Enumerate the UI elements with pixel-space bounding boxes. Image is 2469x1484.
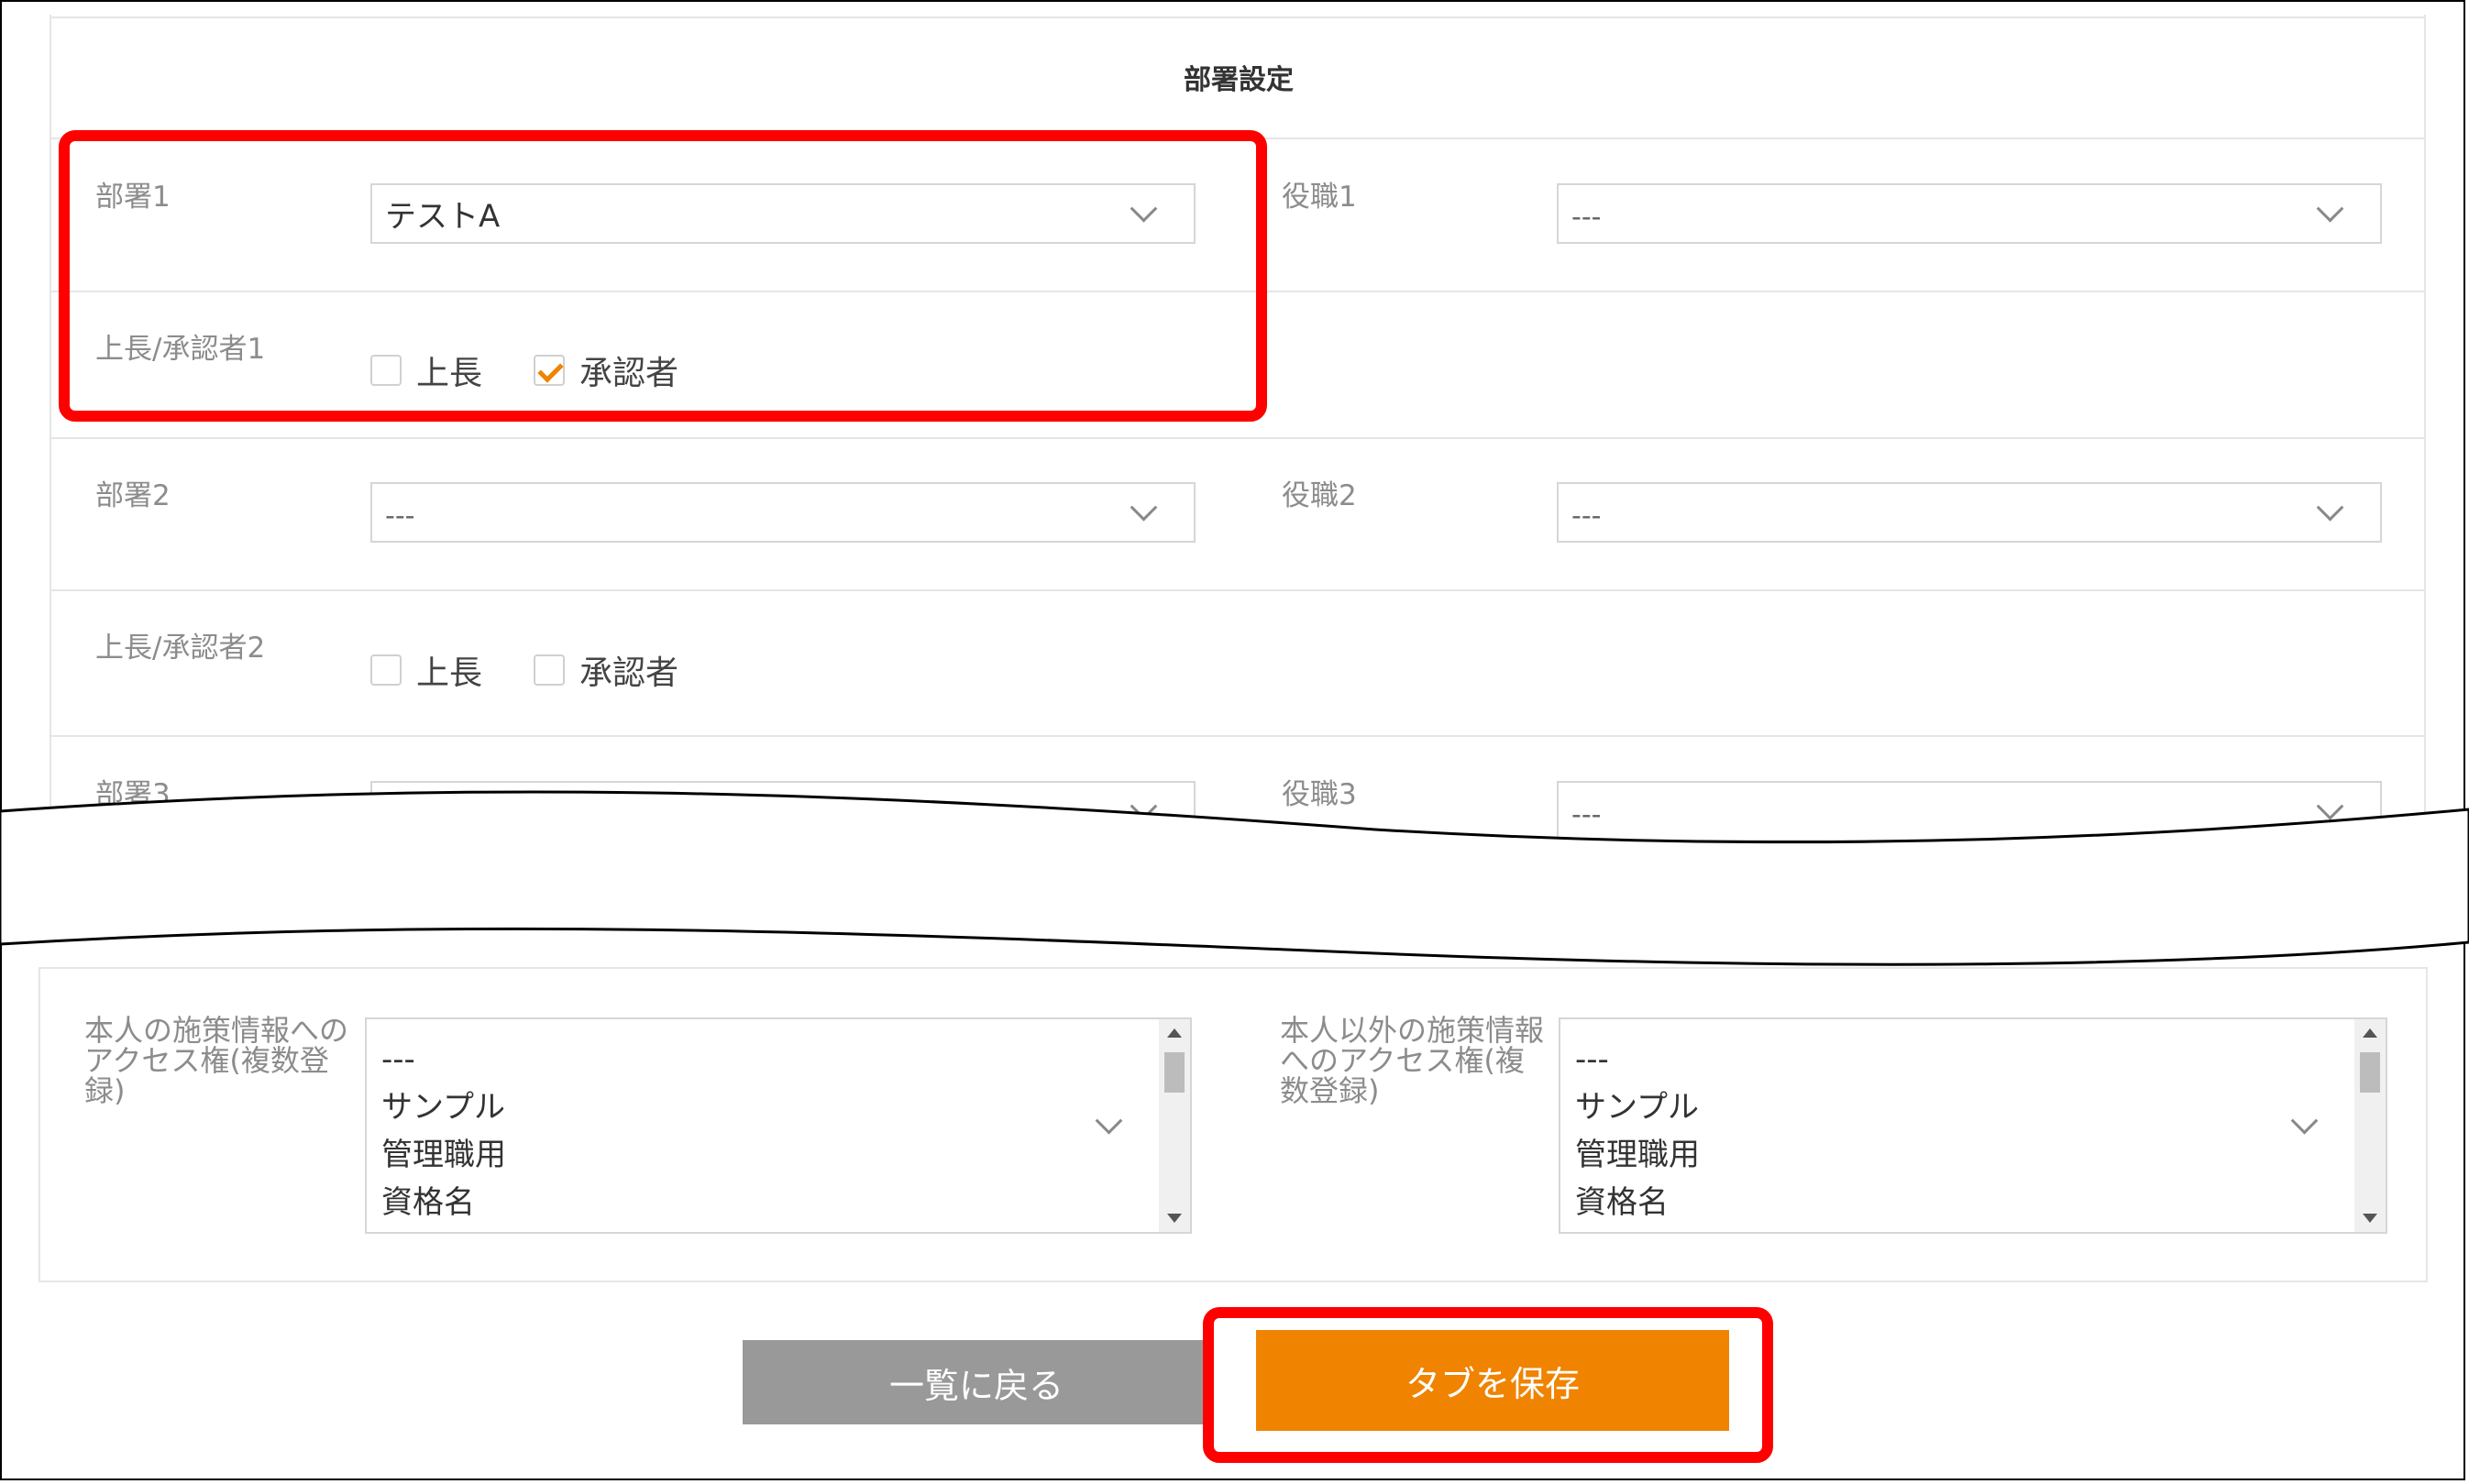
back-to-list-button[interactable]: 一覧に戻る (743, 1340, 1210, 1424)
panel-left-border (50, 15, 51, 812)
highlight-box-dept1 (59, 130, 1267, 422)
others-access-label-line3: 数登録) (1280, 1073, 1380, 1108)
panel-border (40, 967, 2428, 969)
list-item[interactable]: --- (1575, 1036, 1856, 1083)
others-access-label: 本人以外の施策情報 へのアクセス権(複 数登録) (1280, 1016, 1544, 1106)
list-item[interactable]: 管理職用 (1575, 1131, 1856, 1179)
dept2-label: 部署2 (95, 479, 171, 512)
panel-border (39, 967, 40, 1282)
role2-label: 役職2 (1282, 479, 1357, 512)
role2-value: --- (1571, 500, 1602, 533)
panel-top-border (51, 16, 2426, 18)
divider (51, 589, 2426, 591)
scroll-up-icon[interactable] (1167, 1028, 1182, 1038)
dept2-select[interactable]: --- (370, 482, 1196, 543)
role1-label: 役職1 (1282, 181, 1357, 214)
self-access-listbox[interactable]: --- サンプル 管理職用 資格名 鶴田さん用健康診断 (365, 1017, 1192, 1234)
divider (51, 735, 2426, 737)
sup2-boss-label: 上長 (416, 654, 483, 692)
others-access-label-line1: 本人以外の施策情報 (1280, 1013, 1545, 1048)
panel-border (2426, 967, 2428, 1282)
panel-right-border (2424, 15, 2426, 812)
scroll-thumb[interactable] (1164, 1052, 1185, 1093)
chevron-down-icon (1130, 493, 1158, 522)
sup2-boss-checkbox[interactable] (370, 654, 402, 686)
chevron-down-icon (2290, 1106, 2319, 1135)
chevron-down-icon (2316, 493, 2344, 522)
role2-select[interactable]: --- (1557, 482, 2382, 543)
chevron-down-icon (2316, 194, 2344, 223)
scroll-up-icon[interactable] (2363, 1028, 2377, 1038)
sup2-approver-checkbox[interactable] (534, 654, 566, 686)
scroll-thumb[interactable] (2360, 1052, 2380, 1093)
list-item[interactable]: --- (381, 1036, 662, 1083)
content-break (0, 790, 2469, 966)
sup2-approver-label: 承認者 (579, 654, 679, 692)
sup2-label: 上長/承認者2 (95, 632, 266, 665)
list-item[interactable]: 資格名 (381, 1179, 662, 1226)
list-item[interactable]: 鶴田さん用健康診断 (1575, 1226, 1856, 1232)
highlight-box-save (1203, 1307, 1773, 1463)
list-item[interactable]: サンプル (1575, 1083, 1856, 1131)
scrollbar[interactable] (1159, 1019, 1190, 1232)
list-item[interactable]: 管理職用 (381, 1131, 662, 1179)
list-item[interactable]: 鶴田さん用健康診断 (381, 1226, 662, 1232)
others-access-label-line2: へのアクセス権(複 (1280, 1043, 1525, 1078)
panel-border (40, 1281, 2428, 1282)
self-access-label-line1: 本人の施策情報への (84, 1013, 349, 1048)
section-title: 部署設定 (1184, 64, 1294, 96)
list-item[interactable]: サンプル (381, 1083, 662, 1131)
others-access-listbox[interactable]: --- サンプル 管理職用 資格名 鶴田さん用健康診断 (1559, 1017, 2387, 1234)
divider (51, 437, 2426, 439)
role1-select[interactable]: --- (1557, 183, 2382, 244)
role1-value: --- (1571, 201, 1602, 234)
dept2-value: --- (385, 500, 415, 533)
self-access-label-line2: アクセス権(複数登 (84, 1043, 329, 1078)
list-item[interactable]: 資格名 (1575, 1179, 1856, 1226)
scrollbar[interactable] (2354, 1019, 2386, 1232)
sup2-checks: 上長 承認者 (370, 646, 730, 694)
chevron-down-icon (1095, 1106, 1123, 1135)
scroll-down-icon[interactable] (2363, 1214, 2377, 1223)
self-access-label-line3: 録) (84, 1073, 126, 1108)
self-access-label: 本人の施策情報への アクセス権(複数登 録) (84, 1016, 348, 1106)
scroll-down-icon[interactable] (1167, 1214, 1182, 1223)
